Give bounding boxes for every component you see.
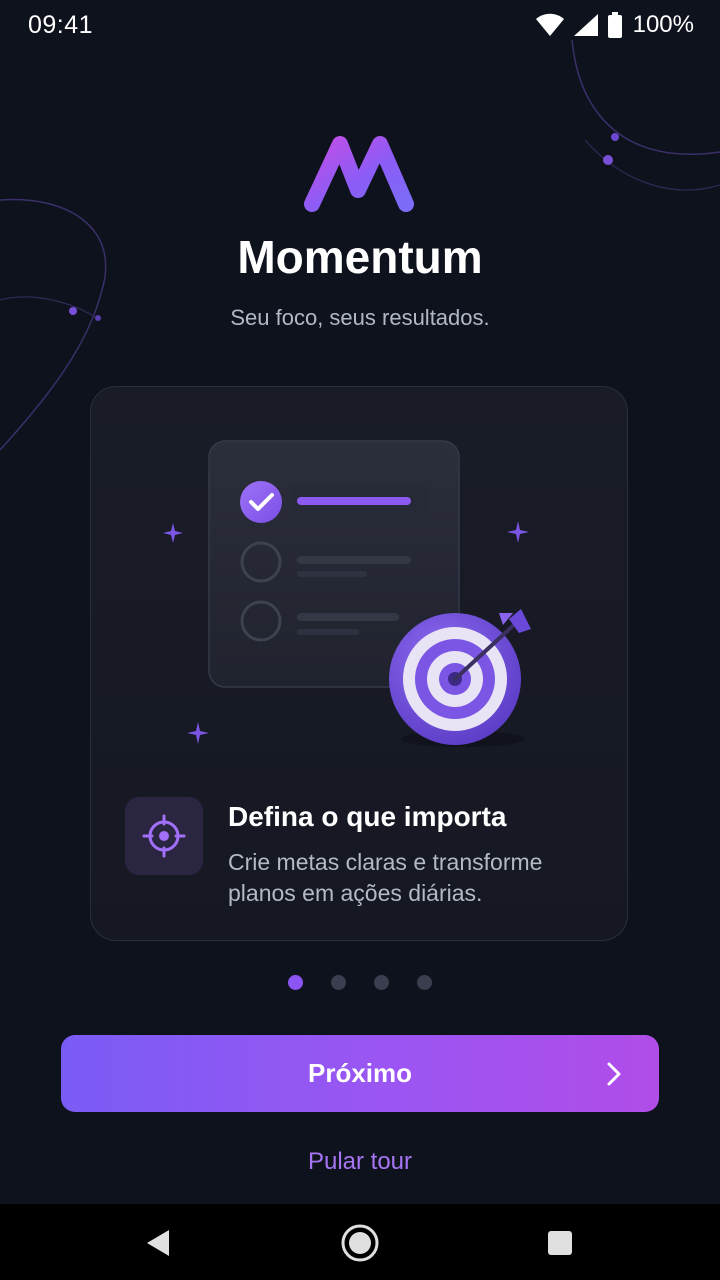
sparkle-icon <box>187 722 209 744</box>
onboarding-card: Defina o que importa Crie metas claras e… <box>90 386 628 941</box>
status-bar: 09:41 100% <box>0 0 720 50</box>
back-icon[interactable] <box>144 1228 172 1258</box>
recents-icon[interactable] <box>547 1230 573 1256</box>
system-nav-bar <box>0 1204 720 1280</box>
sparkle-icon <box>507 521 529 543</box>
home-icon[interactable] <box>340 1223 380 1263</box>
goals-illustration <box>163 440 531 747</box>
wifi-icon <box>535 13 564 36</box>
battery-icon <box>607 12 622 38</box>
page-dot-4[interactable] <box>417 975 432 990</box>
background-orbit-right <box>571 40 720 191</box>
next-button[interactable]: Próximo <box>61 1035 659 1112</box>
next-button-label: Próximo <box>307 1058 413 1088</box>
app-tagline: Seu foco, seus resultados. <box>230 305 490 330</box>
pagination-dots <box>0 975 720 991</box>
page-dot-1[interactable] <box>288 975 303 990</box>
sparkle-icon <box>163 523 183 543</box>
checked-circle-icon <box>240 481 282 523</box>
skip-tour-link[interactable]: Pular tour <box>308 1148 412 1175</box>
skip-tour-container: Pular tour <box>0 1148 720 1176</box>
page-dot-2[interactable] <box>331 975 346 990</box>
feature-title: Defina o que importa <box>228 801 507 832</box>
momentum-logo <box>304 136 414 212</box>
feature-icon-box <box>125 797 203 875</box>
status-icons: 100% <box>535 11 694 39</box>
page-dot-3[interactable] <box>374 975 389 990</box>
feature-description: Crie metas claras e transforme planos em… <box>228 849 543 906</box>
chevron-right-icon <box>607 1062 621 1086</box>
status-time: 09:41 <box>28 10 94 39</box>
crosshair-icon <box>142 814 186 858</box>
battery-percent: 100% <box>632 11 694 38</box>
cellular-signal-icon <box>573 14 598 36</box>
app-title: Momentum <box>237 231 483 283</box>
